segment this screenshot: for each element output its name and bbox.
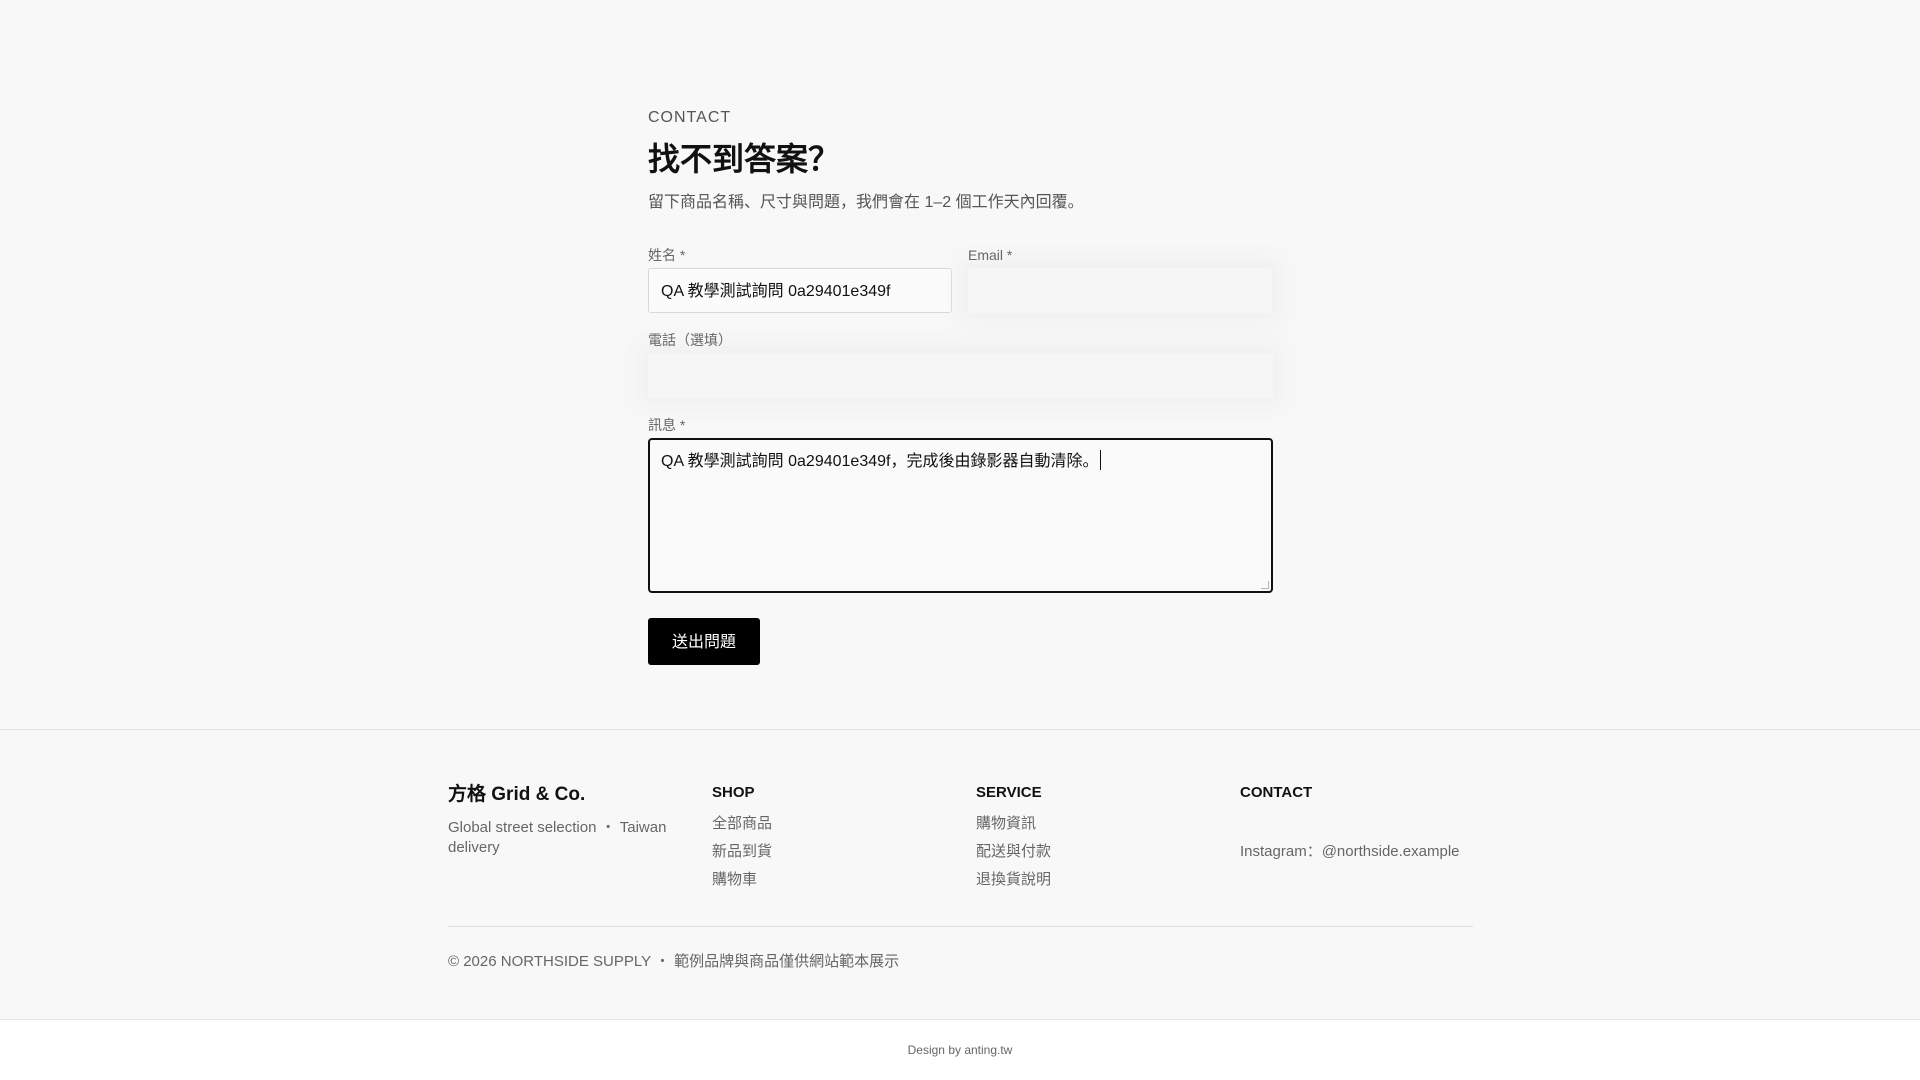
instagram-link[interactable]: Instagram：@northside.example [1240,842,1460,862]
text-caret [1100,450,1102,470]
email-field-group: Email * [968,245,1272,313]
phone-field-group: 電話（選填） [648,330,1273,398]
footer-service-column: SERVICE 購物資訊 配送與付款 退換貨說明 [976,782,1051,890]
name-label: 姓名 * [648,247,686,263]
footer-shop-column: SHOP 全部商品 新品到貨 購物車 [712,782,772,890]
contact-section: CONTACT 找不到答案？ 留下商品名稱、尺寸與問題，我們會在 1–2 個工作… [648,107,1273,665]
footer-link-new-arrivals[interactable]: 新品到貨 [712,842,772,862]
section-description: 留下商品名稱、尺寸與問題，我們會在 1–2 個工作天內回覆。 [648,194,1084,211]
email-label: Email * [968,247,1013,263]
footer-brand: 方格 Grid & Co. Global street selection ・ … [448,782,673,858]
contact-heading: CONTACT [1240,784,1313,801]
footer-divider [448,926,1473,927]
section-eyebrow: CONTACT [648,109,732,126]
resize-handle[interactable] [1261,581,1269,589]
email-input[interactable] [968,268,1272,313]
submit-button[interactable]: 送出問題 [648,618,760,665]
design-credit-link[interactable]: Design by anting.tw [908,1040,1013,1060]
shop-heading: SHOP [712,784,755,801]
brand-name: 方格 Grid & Co. [448,784,586,805]
copyright-text: © 2026 NORTHSIDE SUPPLY ・ 範例品牌與商品僅供網站範本展… [448,953,900,970]
footer-link-cart[interactable]: 購物車 [712,870,772,890]
footer-contact-column: CONTACT Instagram：@northside.example [1240,782,1460,862]
site-footer: 方格 Grid & Co. Global street selection ・ … [0,729,1920,1019]
name-field-group: 姓名 * QA 教學測試詢問 0a29401e349f [648,245,952,313]
footer-link-all-products[interactable]: 全部商品 [712,814,772,834]
footer-link-shipping-payment[interactable]: 配送與付款 [976,842,1051,862]
footer-link-returns[interactable]: 退換貨說明 [976,870,1051,890]
message-label: 訊息 * [648,417,686,433]
page-title: 找不到答案？ [648,141,841,177]
phone-label: 電話（選填） [648,332,732,348]
message-field-group: 訊息 * QA 教學測試詢問 0a29401e349f，完成後由錄影器自動清除。 [648,415,1273,593]
name-input[interactable]: QA 教學測試詢問 0a29401e349f [648,268,952,313]
phone-input[interactable] [648,353,1273,398]
message-text: QA 教學測試詢問 0a29401e349f，完成後由錄影器自動清除。 [661,453,1099,470]
brand-tagline: Global street selection ・ Taiwan deliver… [448,819,667,856]
service-heading: SERVICE [976,784,1042,801]
credit-bar: Design by anting.tw [0,1019,1920,1080]
footer-link-shopping-info[interactable]: 購物資訊 [976,814,1051,834]
message-textarea[interactable]: QA 教學測試詢問 0a29401e349f，完成後由錄影器自動清除。 [648,438,1273,593]
